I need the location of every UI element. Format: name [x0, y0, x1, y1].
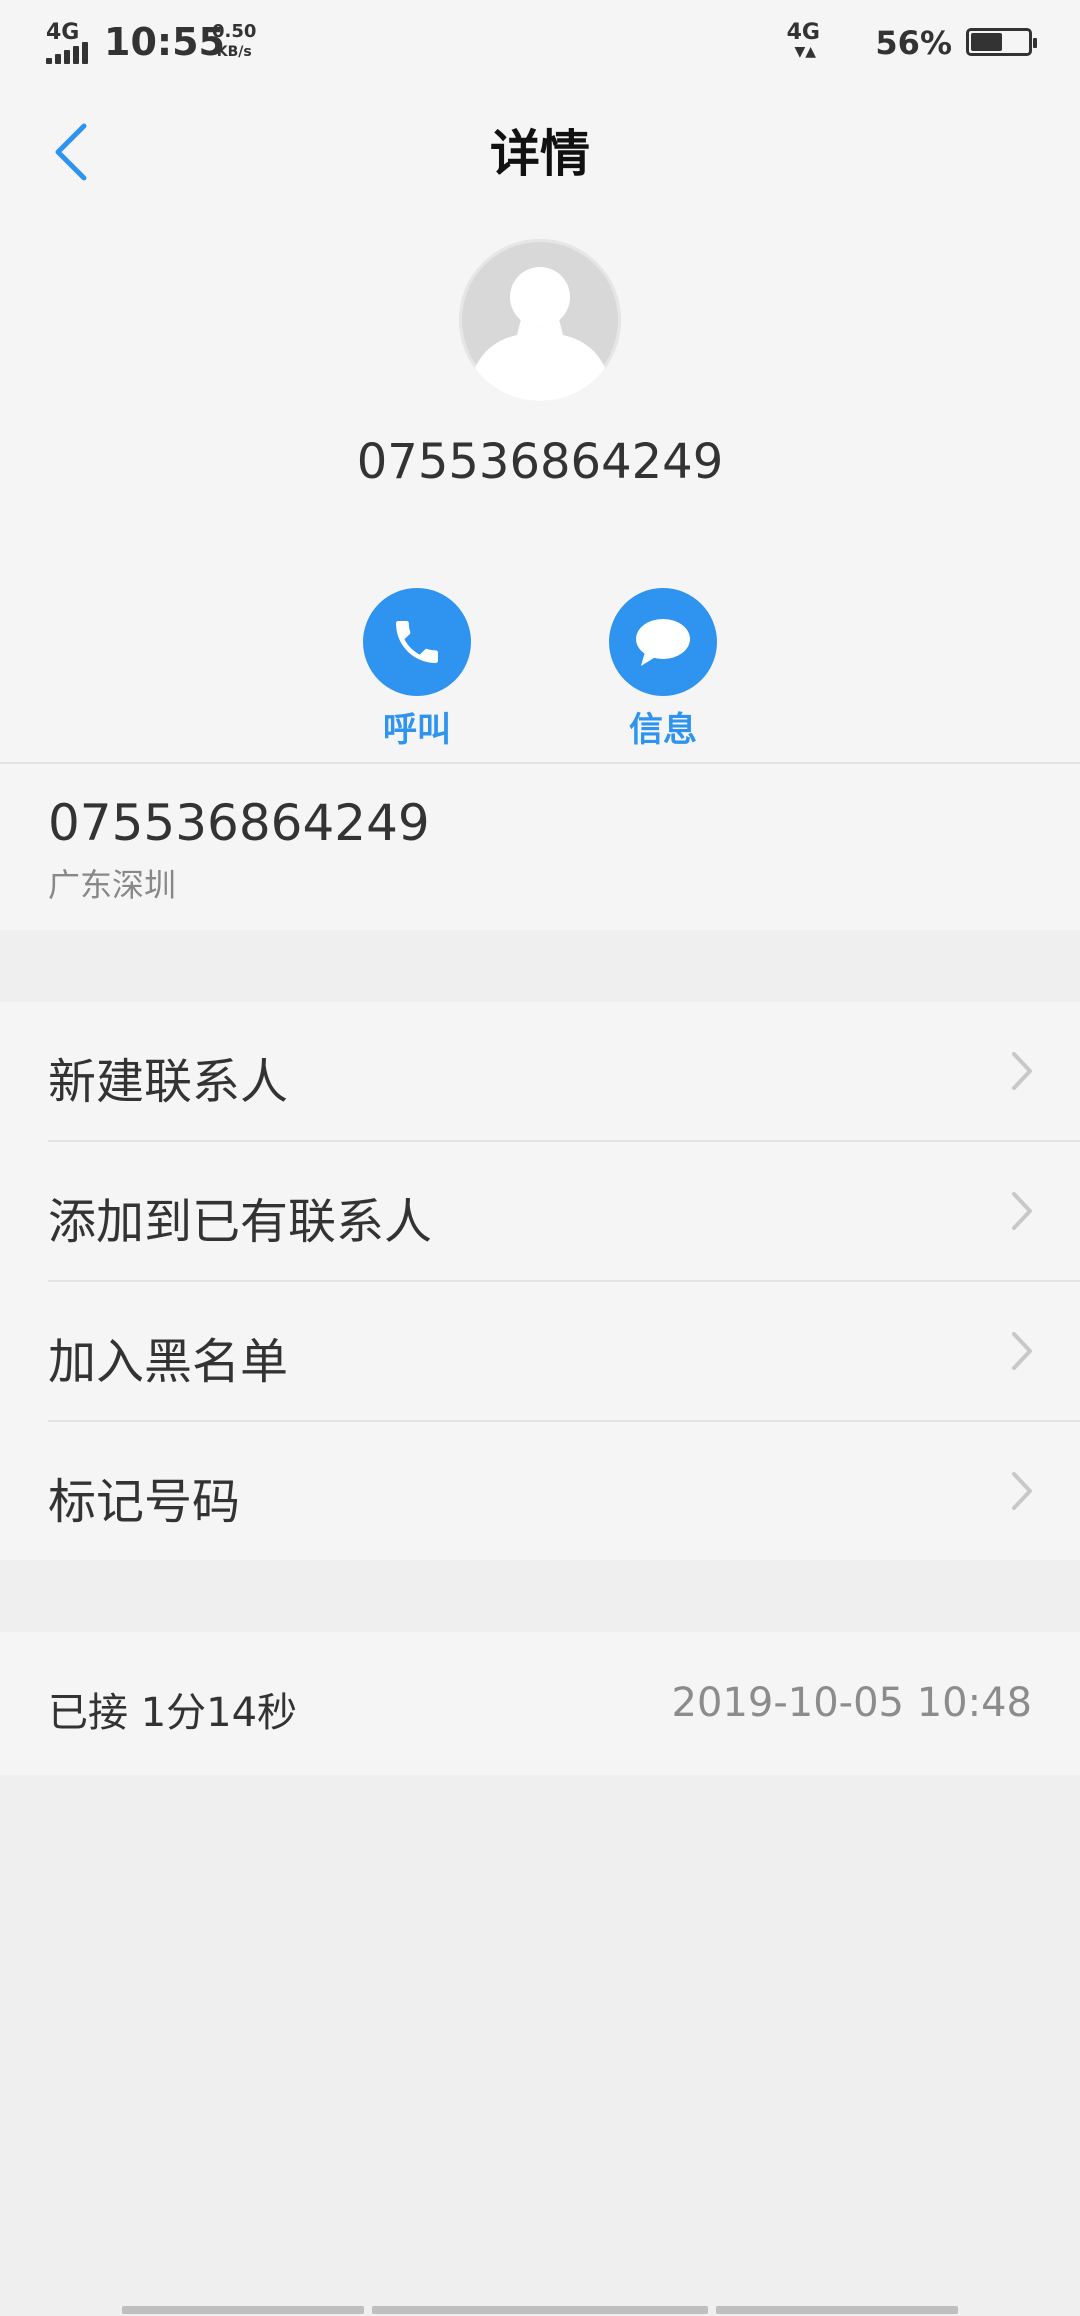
default-avatar-icon: [471, 267, 609, 401]
nav-gesture-bar-right[interactable]: [716, 2306, 958, 2314]
chevron-right-icon: [1012, 1192, 1032, 1230]
message-button[interactable]: [609, 588, 717, 696]
call-datetime: 2019-10-05 10:48: [671, 1680, 1032, 1726]
menu-item-mark-number[interactable]: 标记号码: [0, 1422, 1080, 1562]
signal-icon: [46, 42, 90, 64]
nav-gesture-bar-left[interactable]: [122, 2306, 364, 2314]
battery-percent: 56%: [875, 24, 952, 62]
battery-fill: [971, 33, 1002, 51]
options-list: 新建联系人 添加到已有联系人 加入黑名单 标记号码: [0, 1002, 1080, 1560]
message-action[interactable]: 信息: [583, 588, 743, 751]
network-type-right: 4G: [786, 20, 820, 45]
chevron-right-icon: [1012, 1472, 1032, 1510]
contact-number: 075536864249: [356, 434, 724, 490]
call-record[interactable]: 已接 1分14秒 2019-10-05 10:48: [0, 1632, 1080, 1775]
menu-item-add-to-existing[interactable]: 添加到已有联系人: [0, 1142, 1080, 1282]
phone-icon: [396, 621, 438, 663]
menu-item-label: 添加到已有联系人: [48, 1194, 433, 1250]
clock: 10:55: [104, 20, 225, 64]
message-icon: [636, 619, 690, 666]
data-activity-icon: ▼▲: [794, 44, 816, 60]
menu-item-label: 标记号码: [48, 1474, 241, 1530]
number-location: 广东深圳: [48, 866, 177, 904]
nav-gesture-bar-center[interactable]: [372, 2306, 708, 2314]
menu-item-label: 加入黑名单: [48, 1334, 289, 1390]
call-status: 已接 1分14秒: [48, 1690, 298, 1736]
speed-value: 0.50: [212, 21, 257, 42]
chevron-right-icon: [1012, 1332, 1032, 1370]
status-bar: 4G 10:55 0.50 KB/s 4G ▼▲ 56%: [0, 0, 1080, 84]
call-label: 呼叫: [383, 710, 451, 750]
page-title: 详情: [490, 125, 590, 183]
network-speed: 0.50 KB/s: [212, 22, 256, 62]
call-action[interactable]: 呼叫: [337, 588, 497, 751]
avatar: [459, 239, 621, 401]
speed-unit: KB/s: [216, 44, 252, 60]
number-info[interactable]: 075536864249 广东深圳: [0, 764, 1080, 930]
menu-item-blacklist[interactable]: 加入黑名单: [0, 1282, 1080, 1422]
battery-icon: [966, 28, 1037, 56]
call-button[interactable]: [363, 588, 471, 696]
contact-header: 详情 075536864249 呼叫 信息: [0, 84, 1080, 764]
phone-number[interactable]: 075536864249: [48, 794, 430, 852]
chevron-right-icon: [1012, 1052, 1032, 1090]
message-label: 信息: [629, 710, 697, 750]
menu-item-label: 新建联系人: [48, 1054, 289, 1110]
menu-item-new-contact[interactable]: 新建联系人: [0, 1002, 1080, 1142]
